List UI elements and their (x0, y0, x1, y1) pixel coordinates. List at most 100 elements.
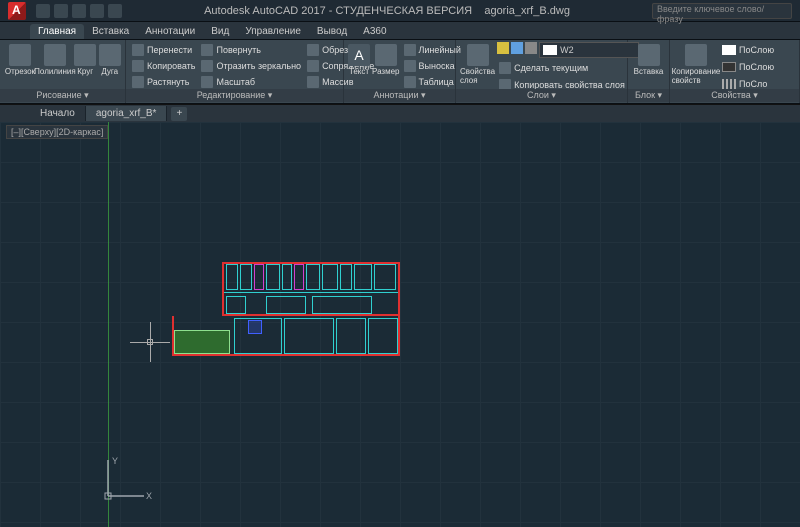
dimension-button[interactable]: Размер (372, 42, 400, 76)
insert-block-button[interactable]: Вставка (632, 42, 665, 76)
dimension-label: Размер (372, 67, 400, 76)
linetype-label: ПоСло (739, 79, 767, 89)
linetype-icon (722, 79, 736, 89)
fillet-icon (307, 60, 319, 72)
make-current-icon (499, 62, 511, 74)
color-swatch-icon (722, 45, 736, 55)
polyline-icon (44, 44, 66, 66)
tab-view[interactable]: Вид (203, 24, 237, 39)
table-label: Таблица (419, 77, 454, 87)
move-label: Перенести (147, 45, 192, 55)
ucs-icon: Y X (100, 454, 150, 507)
rotate-icon (201, 44, 213, 56)
qat-open-icon[interactable] (54, 4, 68, 18)
panel-block: Вставка Блок ▾ (628, 40, 670, 103)
circle-button[interactable]: Круг (74, 42, 97, 76)
match-props-label: Копирование свойств (672, 67, 721, 85)
drawing-canvas[interactable]: [–][Сверху][2D-каркас] (0, 122, 800, 527)
add-tab-button[interactable]: + (171, 107, 187, 121)
qat-redo-icon[interactable] (108, 4, 122, 18)
copy-button[interactable]: Копировать (130, 58, 197, 73)
file-tabs: Начало agoria_xrf_B* + (0, 104, 800, 122)
tab-manage[interactable]: Управление (237, 24, 309, 39)
table-icon (404, 76, 416, 88)
ribbon-tabs: Главная Вставка Аннотации Вид Управление… (0, 22, 800, 40)
match-layer-label: Копировать свойства слоя (514, 80, 625, 90)
tab-output[interactable]: Вывод (309, 24, 355, 39)
arc-button[interactable]: Дуга (98, 42, 121, 76)
stretch-button[interactable]: Растянуть (130, 74, 197, 89)
lineweight-icon (722, 62, 736, 72)
move-icon (132, 44, 144, 56)
tab-a360[interactable]: A360 (355, 24, 394, 39)
app-logo-icon[interactable] (8, 2, 26, 20)
tab-start[interactable]: Начало (30, 106, 86, 121)
polyline-button[interactable]: Полилиния (38, 42, 72, 76)
linear-dim-icon (404, 44, 416, 56)
tab-annotate[interactable]: Аннотации (137, 24, 203, 39)
line-button[interactable]: Отрезок (4, 42, 36, 76)
color-combo[interactable]: ПоСлою (720, 42, 776, 57)
lineweight-combo[interactable]: ПоСлою (720, 59, 776, 74)
layer-properties-label: Свойства слоя (460, 67, 495, 85)
make-current-label: Сделать текущим (514, 63, 588, 73)
app-name: Autodesk AutoCAD 2017 - СТУДЕНЧЕСКАЯ ВЕР… (204, 5, 472, 17)
match-props-button[interactable]: Копирование свойств (674, 42, 718, 85)
crosshair-cursor-icon (130, 322, 170, 362)
text-icon: A (348, 44, 370, 66)
mirror-button[interactable]: Отразить зеркально (199, 58, 303, 73)
move-button[interactable]: Перенести (130, 42, 197, 57)
panel-block-title[interactable]: Блок ▾ (628, 89, 669, 102)
lock-icon[interactable] (525, 42, 537, 54)
viewport-label[interactable]: [–][Сверху][2D-каркас] (6, 125, 108, 139)
match-props-icon (685, 44, 707, 66)
panel-draw-title[interactable]: Рисование ▾ (0, 89, 125, 102)
scale-label: Масштаб (216, 77, 255, 87)
scale-button[interactable]: Масштаб (199, 74, 303, 89)
mirror-icon (201, 60, 213, 72)
panel-layers-title[interactable]: Слои ▾ (456, 89, 627, 102)
ucs-y-label: Y (112, 456, 118, 466)
make-current-button[interactable]: Сделать текущим (497, 60, 639, 75)
insert-block-icon (638, 44, 660, 66)
panel-properties: Копирование свойств ПоСлою ПоСлою ПоСло … (670, 40, 800, 103)
linear-dim-label: Линейный (419, 45, 461, 55)
search-input[interactable]: Введите ключевое слово/фразу (652, 3, 792, 19)
layer-properties-button[interactable]: Свойства слоя (460, 42, 495, 85)
tab-home[interactable]: Главная (30, 24, 84, 39)
array-icon (307, 76, 319, 88)
panel-properties-title[interactable]: Свойства ▾ (670, 89, 799, 102)
panel-annotation-title[interactable]: Аннотации ▾ (344, 89, 455, 102)
window-title: Autodesk AutoCAD 2017 - СТУДЕНЧЕСКАЯ ВЕР… (122, 5, 652, 17)
leader-button[interactable]: Выноска (402, 58, 463, 73)
copy-icon (132, 60, 144, 72)
dimension-icon (375, 44, 397, 66)
line-label: Отрезок (5, 67, 35, 76)
floor-plan-drawing (172, 262, 400, 362)
quick-access-toolbar (36, 4, 122, 18)
panel-layers: Свойства слоя W2 Сделать текущим Копиров… (456, 40, 628, 103)
linear-dim-button[interactable]: Линейный (402, 42, 463, 57)
panel-draw: Отрезок Полилиния Круг Дуга Рисование ▾ (0, 40, 126, 103)
freeze-icon[interactable] (511, 42, 523, 54)
qat-new-icon[interactable] (36, 4, 50, 18)
rotate-label: Повернуть (216, 45, 260, 55)
trim-icon (307, 44, 319, 56)
tab-file-1[interactable]: agoria_xrf_B* (86, 106, 168, 121)
circle-icon (74, 44, 96, 66)
layer-combo[interactable]: W2 (539, 42, 639, 58)
qat-save-icon[interactable] (72, 4, 86, 18)
tab-insert[interactable]: Вставка (84, 24, 137, 39)
stretch-icon (132, 76, 144, 88)
text-button[interactable]: AТекст (348, 42, 370, 76)
lineweight-label: ПоСлою (739, 62, 774, 72)
layer-current-label: W2 (560, 45, 574, 55)
table-button[interactable]: Таблица (402, 74, 463, 89)
bulb-icon[interactable] (497, 42, 509, 54)
rotate-button[interactable]: Повернуть (199, 42, 303, 57)
panel-modify-title[interactable]: Редактирование ▾ (126, 89, 343, 102)
qat-undo-icon[interactable] (90, 4, 104, 18)
ucs-x-label: X (146, 491, 152, 501)
panel-modify: Перенести Копировать Растянуть Повернуть… (126, 40, 344, 103)
circle-label: Круг (77, 67, 93, 76)
